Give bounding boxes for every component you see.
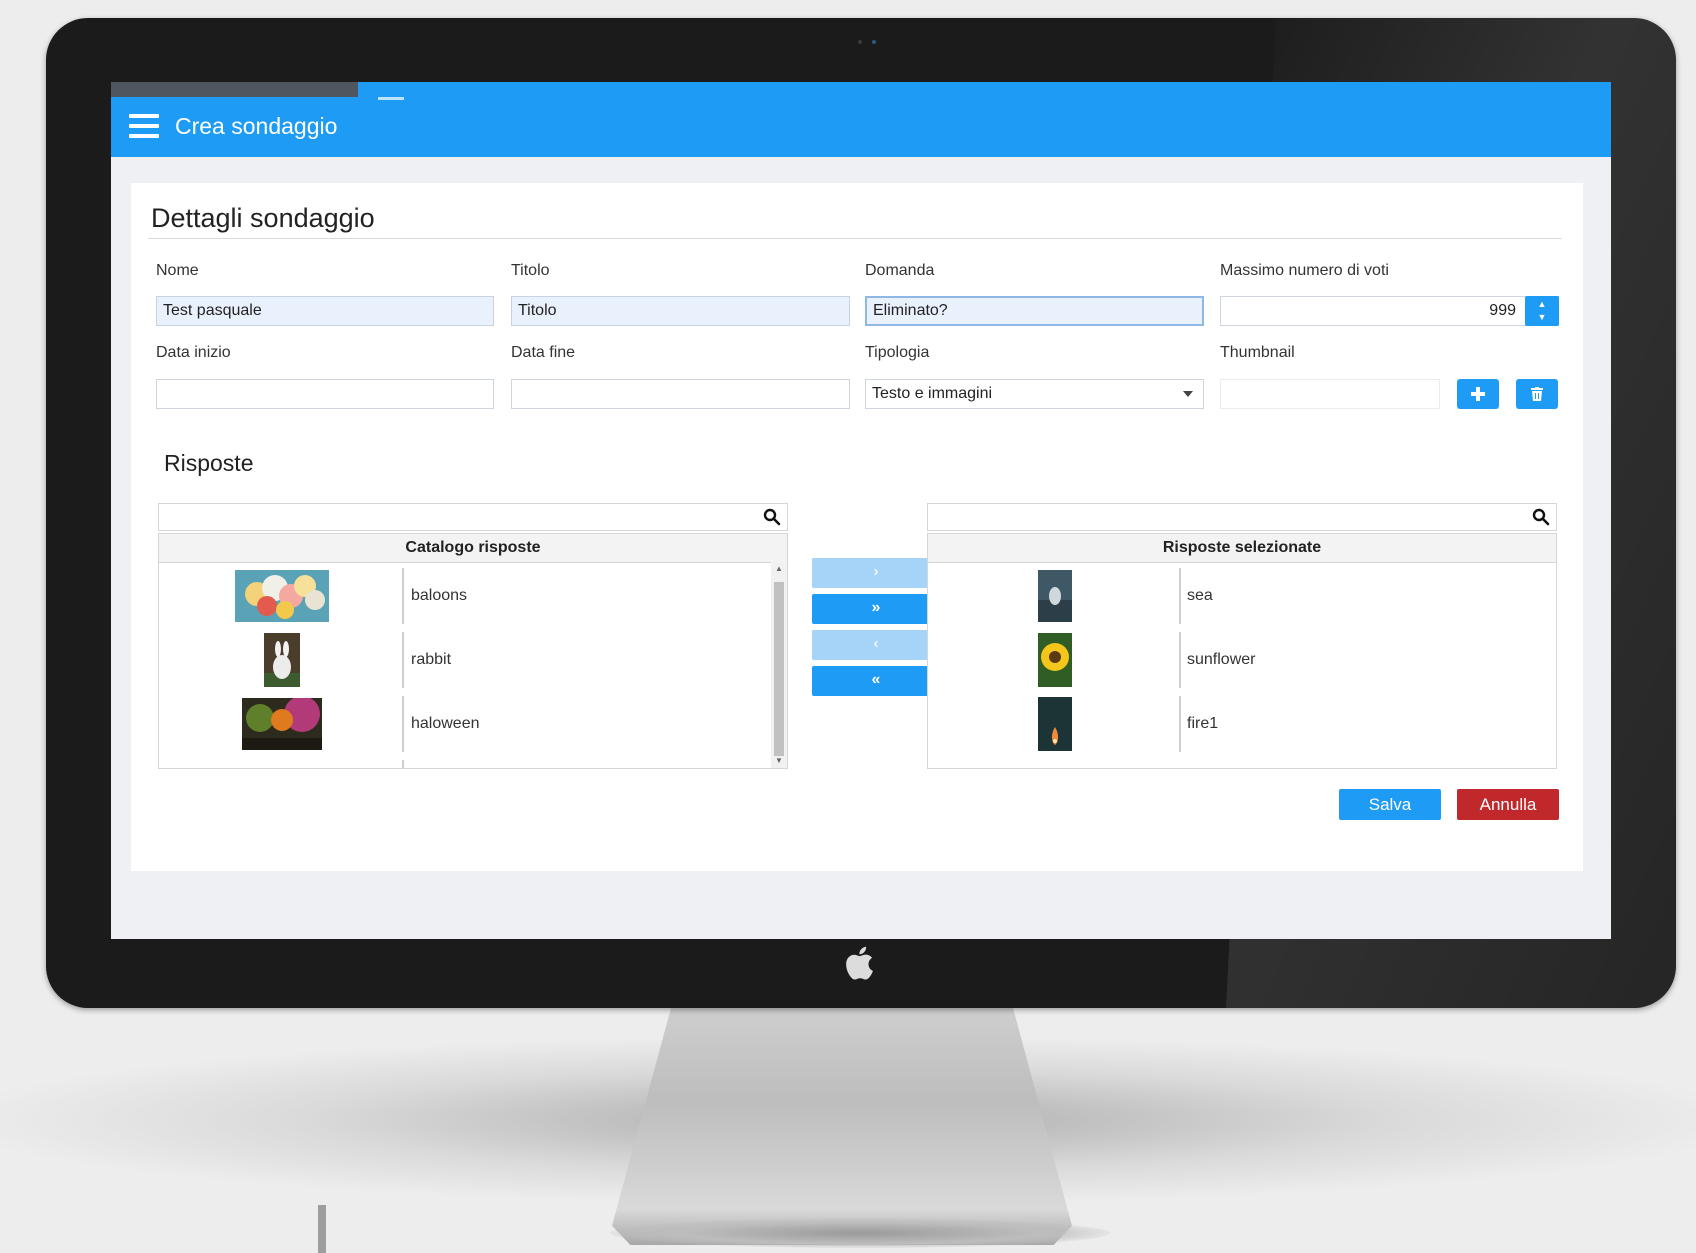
selected-item[interactable]: sea bbox=[928, 564, 1556, 628]
sea-image-icon bbox=[1038, 570, 1072, 622]
trash-icon bbox=[1531, 387, 1543, 401]
column-divider bbox=[402, 632, 404, 688]
nome-input[interactable]: Test pasquale bbox=[156, 296, 494, 326]
webcam-icon bbox=[858, 39, 876, 45]
apple-logo-icon bbox=[845, 943, 879, 983]
catalog-item-label: baloons bbox=[411, 587, 468, 604]
spinner-up-icon[interactable]: ▲ bbox=[1525, 298, 1559, 311]
move-all-right-button[interactable]: » bbox=[812, 594, 940, 624]
delete-thumbnail-button[interactable] bbox=[1516, 379, 1558, 409]
fire-image-icon bbox=[1038, 697, 1072, 751]
data-inizio-input[interactable] bbox=[156, 379, 494, 409]
selected-item[interactable]: fire1 bbox=[928, 692, 1556, 756]
tipologia-label: Tipologia bbox=[865, 344, 930, 361]
search-icon[interactable] bbox=[763, 508, 781, 526]
balloons-image-icon bbox=[235, 570, 329, 622]
halloween-image-icon bbox=[242, 698, 322, 750]
scroll-down-icon[interactable]: ▼ bbox=[771, 754, 787, 768]
tipologia-select[interactable]: Testo e immagini bbox=[865, 379, 1204, 409]
details-title: Dettagli sondaggio bbox=[151, 203, 375, 233]
scroll-up-icon[interactable]: ▲ bbox=[771, 562, 787, 576]
domanda-input[interactable]: Eliminato? bbox=[865, 296, 1204, 326]
selected-item-label: sunflower bbox=[1187, 651, 1256, 668]
data-fine-input[interactable] bbox=[511, 379, 850, 409]
app-screen: Crea sondaggio Dettagli sondaggio Nome T… bbox=[111, 82, 1611, 939]
answers-title: Risposte bbox=[164, 450, 254, 476]
tab-indicator bbox=[378, 97, 404, 100]
catalog-item[interactable]: baloons bbox=[159, 564, 787, 628]
spinner-down-icon[interactable]: ▼ bbox=[1525, 311, 1559, 324]
catalog-list: Catalogo risposte baloons rabbit halowee… bbox=[158, 533, 788, 769]
catalog-item[interactable]: dunkey bbox=[159, 756, 787, 769]
column-divider bbox=[1179, 632, 1181, 688]
column-divider bbox=[402, 568, 404, 624]
catalog-item-label: dunkey bbox=[411, 756, 463, 768]
catalog-search-input[interactable] bbox=[158, 503, 788, 531]
thumbnail-label: Thumbnail bbox=[1220, 344, 1295, 361]
nome-label: Nome bbox=[156, 262, 199, 279]
catalog-scrollbar[interactable]: ▲ ▼ bbox=[771, 562, 787, 768]
sunflower-image-icon bbox=[1038, 633, 1072, 687]
monitor-stand bbox=[612, 1005, 1072, 1245]
titolo-label: Titolo bbox=[511, 262, 550, 279]
selected-item-label: sea bbox=[1187, 587, 1213, 604]
domanda-label: Domanda bbox=[865, 262, 935, 279]
cancel-button[interactable]: Annulla bbox=[1457, 789, 1559, 820]
donkey-image-icon bbox=[255, 768, 309, 769]
max-voti-input[interactable]: 999 bbox=[1220, 296, 1559, 326]
data-fine-label: Data fine bbox=[511, 344, 576, 361]
tipologia-selected-value: Testo e immagini bbox=[872, 385, 993, 402]
column-divider bbox=[402, 696, 404, 752]
move-right-button[interactable]: › bbox=[812, 558, 940, 588]
background-pole bbox=[318, 1205, 326, 1253]
move-all-left-button[interactable]: « bbox=[812, 666, 940, 696]
search-icon[interactable] bbox=[1532, 508, 1550, 526]
selected-search-input[interactable] bbox=[927, 503, 1557, 531]
column-divider bbox=[1179, 696, 1181, 752]
form-card: Dettagli sondaggio Nome Titolo Domanda M… bbox=[131, 183, 1583, 871]
max-voti-label: Massimo numero di voti bbox=[1220, 262, 1389, 279]
catalog-header: Catalogo risposte bbox=[159, 534, 787, 563]
column-divider bbox=[402, 760, 404, 768]
scrollbar-thumb[interactable] bbox=[774, 582, 784, 756]
page-title: Crea sondaggio bbox=[175, 113, 338, 139]
save-button[interactable]: Salva bbox=[1339, 789, 1441, 820]
thumbnail-input[interactable] bbox=[1220, 379, 1440, 409]
menu-icon[interactable] bbox=[129, 114, 159, 138]
catalog-item[interactable]: rabbit bbox=[159, 628, 787, 692]
max-voti-spinner[interactable]: ▲ ▼ bbox=[1525, 296, 1559, 326]
column-divider bbox=[1179, 568, 1181, 624]
selected-header: Risposte selezionate bbox=[928, 534, 1556, 563]
selected-list: Risposte selezionate sea sunflower fire1 bbox=[927, 533, 1557, 769]
selected-item[interactable]: sunflower bbox=[928, 628, 1556, 692]
catalog-item-label: haloween bbox=[411, 715, 480, 732]
window-strip bbox=[111, 82, 358, 97]
titolo-input[interactable]: Titolo bbox=[511, 296, 850, 326]
selected-item-label: fire1 bbox=[1187, 715, 1219, 732]
catalog-item[interactable]: haloween bbox=[159, 692, 787, 756]
catalog-item-label: rabbit bbox=[411, 651, 452, 668]
data-inizio-label: Data inizio bbox=[156, 344, 231, 361]
rabbit-image-icon bbox=[264, 633, 300, 687]
add-thumbnail-button[interactable] bbox=[1457, 379, 1499, 409]
plus-icon bbox=[1471, 387, 1485, 401]
move-left-button[interactable]: ‹ bbox=[812, 630, 940, 660]
divider bbox=[148, 238, 1562, 239]
caret-down-icon bbox=[1183, 391, 1193, 397]
monitor-stand-base bbox=[610, 1218, 1110, 1248]
